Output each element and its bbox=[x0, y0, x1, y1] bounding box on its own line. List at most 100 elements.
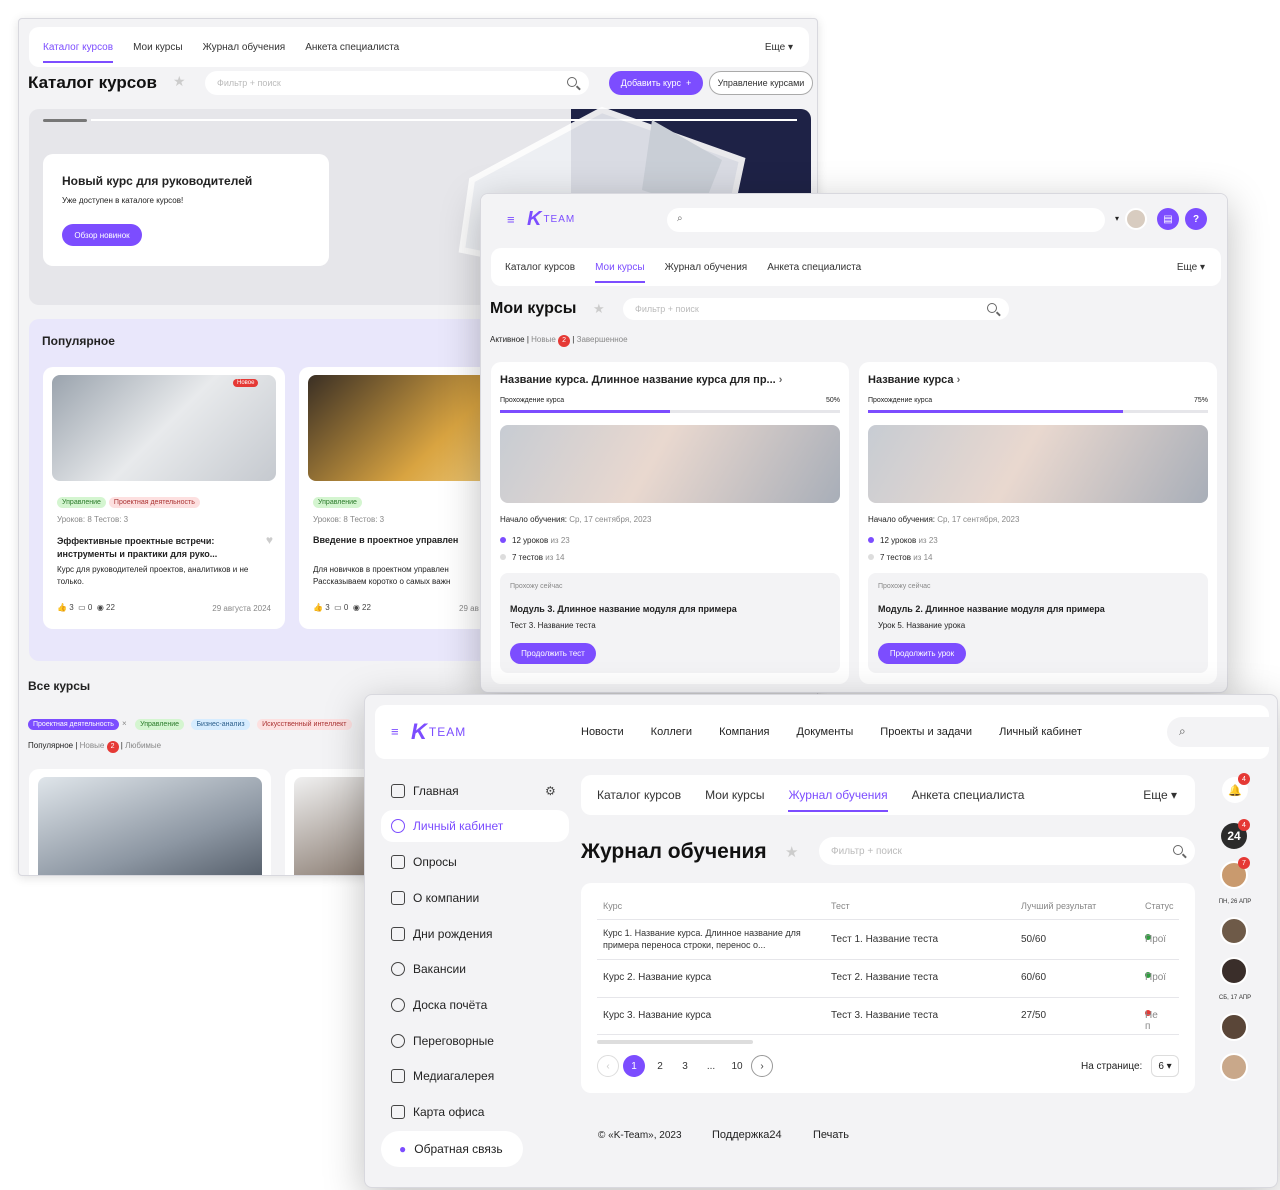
calendar-count-badge: 4 bbox=[1238, 819, 1250, 831]
more-menu[interactable]: Еще ▾ bbox=[1143, 788, 1177, 802]
sidebar-item-meeting-rooms[interactable]: Переговорные bbox=[391, 1034, 494, 1048]
avatar[interactable] bbox=[1220, 917, 1248, 945]
per-page-select[interactable]: 6 ▾ bbox=[1151, 1055, 1179, 1077]
filter-new[interactable]: Новые bbox=[531, 335, 556, 344]
avatar[interactable] bbox=[1125, 208, 1147, 230]
tab-journal[interactable]: Журнал обучения bbox=[203, 42, 286, 53]
chevron-down-icon[interactable]: ▾ bbox=[1115, 214, 1119, 223]
print-link[interactable]: Печать bbox=[813, 1129, 849, 1141]
slider-dot[interactable] bbox=[43, 119, 87, 122]
search-input[interactable]: Фильтр + поиск bbox=[819, 837, 1195, 865]
continue-button[interactable]: Продолжить урок bbox=[878, 643, 966, 664]
next-page-icon[interactable]: › bbox=[751, 1055, 773, 1077]
more-menu[interactable]: Еще ▾ bbox=[1177, 262, 1205, 273]
sidebar-item-profile[interactable]: Личный кабинет bbox=[391, 819, 503, 833]
add-course-button[interactable]: Добавить курс + bbox=[609, 71, 703, 95]
nav-projects[interactable]: Проекты и задачи bbox=[880, 726, 972, 738]
menu-icon[interactable]: ≡ bbox=[507, 212, 515, 227]
sidebar-item-vacancies[interactable]: Вакансии bbox=[391, 962, 466, 976]
nav-colleagues[interactable]: Коллеги bbox=[651, 726, 692, 738]
course-card[interactable]: Новое Управление Проектная деятельность У… bbox=[43, 367, 285, 629]
search-input[interactable]: Фильтр + поиск bbox=[205, 71, 589, 95]
sidebar-item-birthdays[interactable]: Дни рождения bbox=[391, 927, 493, 941]
search-input[interactable]: Фильтр + поиск bbox=[623, 298, 1009, 320]
horizontal-scrollbar[interactable] bbox=[597, 1040, 753, 1044]
filter-active[interactable]: Активное bbox=[490, 335, 525, 344]
page-1[interactable]: 1 bbox=[623, 1055, 645, 1077]
comment-icon[interactable]: ▭ bbox=[78, 603, 86, 612]
tag[interactable]: Управление bbox=[135, 719, 184, 730]
avatar[interactable] bbox=[1220, 1013, 1248, 1041]
comment-icon[interactable]: ▭ bbox=[334, 603, 342, 612]
like-icon[interactable]: 👍 bbox=[313, 603, 323, 612]
manage-courses-button[interactable]: Управление курсами bbox=[709, 71, 813, 95]
prev-page-icon[interactable]: ‹ bbox=[597, 1055, 619, 1077]
sidebar-item-honor-board[interactable]: Доска почёта bbox=[391, 998, 487, 1012]
sort-favorites[interactable]: Любимые bbox=[125, 741, 161, 750]
page-3[interactable]: 3 bbox=[674, 1055, 696, 1077]
tab-survey[interactable]: Анкета специалиста bbox=[305, 42, 399, 53]
feedback-button[interactable]: ● Обратная связь bbox=[381, 1131, 523, 1167]
sidebar-item-about[interactable]: О компании bbox=[391, 891, 479, 905]
course-card[interactable] bbox=[29, 769, 271, 875]
tag[interactable]: Бизнес-анализ bbox=[191, 719, 250, 730]
table-row[interactable]: Курс 2. Название курса Тест 2. Название … bbox=[581, 959, 1195, 997]
star-icon[interactable]: ★ bbox=[173, 73, 186, 90]
page-2[interactable]: 2 bbox=[649, 1055, 671, 1077]
page-10[interactable]: 10 bbox=[726, 1055, 748, 1077]
sidebar-item-home[interactable]: Главная bbox=[391, 784, 459, 798]
nav-news[interactable]: Новости bbox=[581, 726, 624, 738]
like-icon[interactable]: 👍 bbox=[57, 603, 67, 612]
tab-my-courses[interactable]: Мои курсы bbox=[705, 788, 764, 802]
tab-survey[interactable]: Анкета специалиста bbox=[767, 262, 861, 273]
more-menu[interactable]: Еще ▾ bbox=[765, 42, 793, 53]
tab-journal[interactable]: Журнал обучения bbox=[788, 788, 888, 812]
my-course-card[interactable]: Название курса. Длинное название курса д… bbox=[491, 362, 849, 684]
nav-documents[interactable]: Документы bbox=[797, 726, 854, 738]
tab-my-courses[interactable]: Мои курсы bbox=[595, 262, 645, 283]
star-icon[interactable]: ★ bbox=[593, 301, 605, 317]
avatar[interactable] bbox=[1220, 957, 1248, 985]
tab-catalog[interactable]: Каталог курсов bbox=[43, 42, 114, 63]
nav-company[interactable]: Компания bbox=[719, 726, 769, 738]
heart-icon[interactable]: ♥ bbox=[266, 533, 273, 547]
sort-popular[interactable]: Популярное bbox=[28, 741, 73, 750]
my-course-card[interactable]: Название курса › Прохождение курса 75% Н… bbox=[859, 362, 1217, 684]
search-icon bbox=[987, 303, 997, 313]
help-icon[interactable]: ? bbox=[1185, 208, 1207, 230]
header-search-input[interactable]: ⌕ bbox=[1167, 717, 1269, 747]
tag[interactable]: Управление bbox=[313, 497, 362, 508]
tag[interactable]: Искусственный интеллект bbox=[257, 719, 352, 730]
course-title[interactable]: Эффективные проектные встречи: инструмен… bbox=[57, 535, 253, 561]
sidebar-item-surveys[interactable]: Опросы bbox=[391, 855, 457, 869]
header-search-input[interactable]: ⌕ bbox=[667, 208, 1105, 232]
tag[interactable]: Управление bbox=[57, 497, 106, 508]
tab-survey[interactable]: Анкета специалиста bbox=[912, 788, 1025, 802]
continue-button[interactable]: Продолжить тест bbox=[510, 643, 596, 664]
avatar[interactable] bbox=[1220, 1053, 1248, 1081]
banner-card: Новый курс для руководителей Уже доступе… bbox=[43, 154, 329, 266]
tag[interactable]: Проектная деятельность bbox=[108, 497, 200, 508]
tab-catalog[interactable]: Каталог курсов bbox=[505, 262, 575, 273]
course-title[interactable]: Название курса. Длинное название курса д… bbox=[500, 374, 782, 386]
popular-title: Популярное bbox=[42, 334, 115, 348]
tab-my-courses[interactable]: Мои курсы bbox=[133, 42, 183, 53]
star-icon[interactable]: ★ bbox=[785, 843, 798, 861]
filter-finished[interactable]: Завершенное bbox=[577, 335, 628, 344]
table-row[interactable]: Курс 1. Название курса. Длинное название… bbox=[581, 921, 1195, 959]
settings-sliders-icon[interactable]: ⚙ bbox=[545, 784, 556, 798]
tab-journal[interactable]: Журнал обучения bbox=[665, 262, 748, 273]
sidebar-item-media[interactable]: Медиагалерея bbox=[391, 1069, 494, 1083]
new-courses-button[interactable]: Обзор новинок bbox=[62, 224, 142, 246]
tab-catalog[interactable]: Каталог курсов bbox=[597, 788, 681, 802]
survey-icon bbox=[391, 855, 405, 869]
table-row[interactable]: Курс 3. Название курса Тест 3. Название … bbox=[581, 997, 1195, 1035]
course-title[interactable]: Название курса › bbox=[868, 374, 960, 386]
tag[interactable]: Проектная деятельность bbox=[28, 719, 119, 730]
chat-icon[interactable]: ▤ bbox=[1157, 208, 1179, 230]
sort-new[interactable]: Новые bbox=[80, 741, 105, 750]
menu-icon[interactable]: ≡ bbox=[391, 724, 399, 739]
sidebar-item-office-map[interactable]: Карта офиса bbox=[391, 1105, 484, 1119]
support-link[interactable]: Поддержка24 bbox=[712, 1129, 782, 1141]
nav-profile[interactable]: Личный кабинет bbox=[999, 726, 1082, 738]
